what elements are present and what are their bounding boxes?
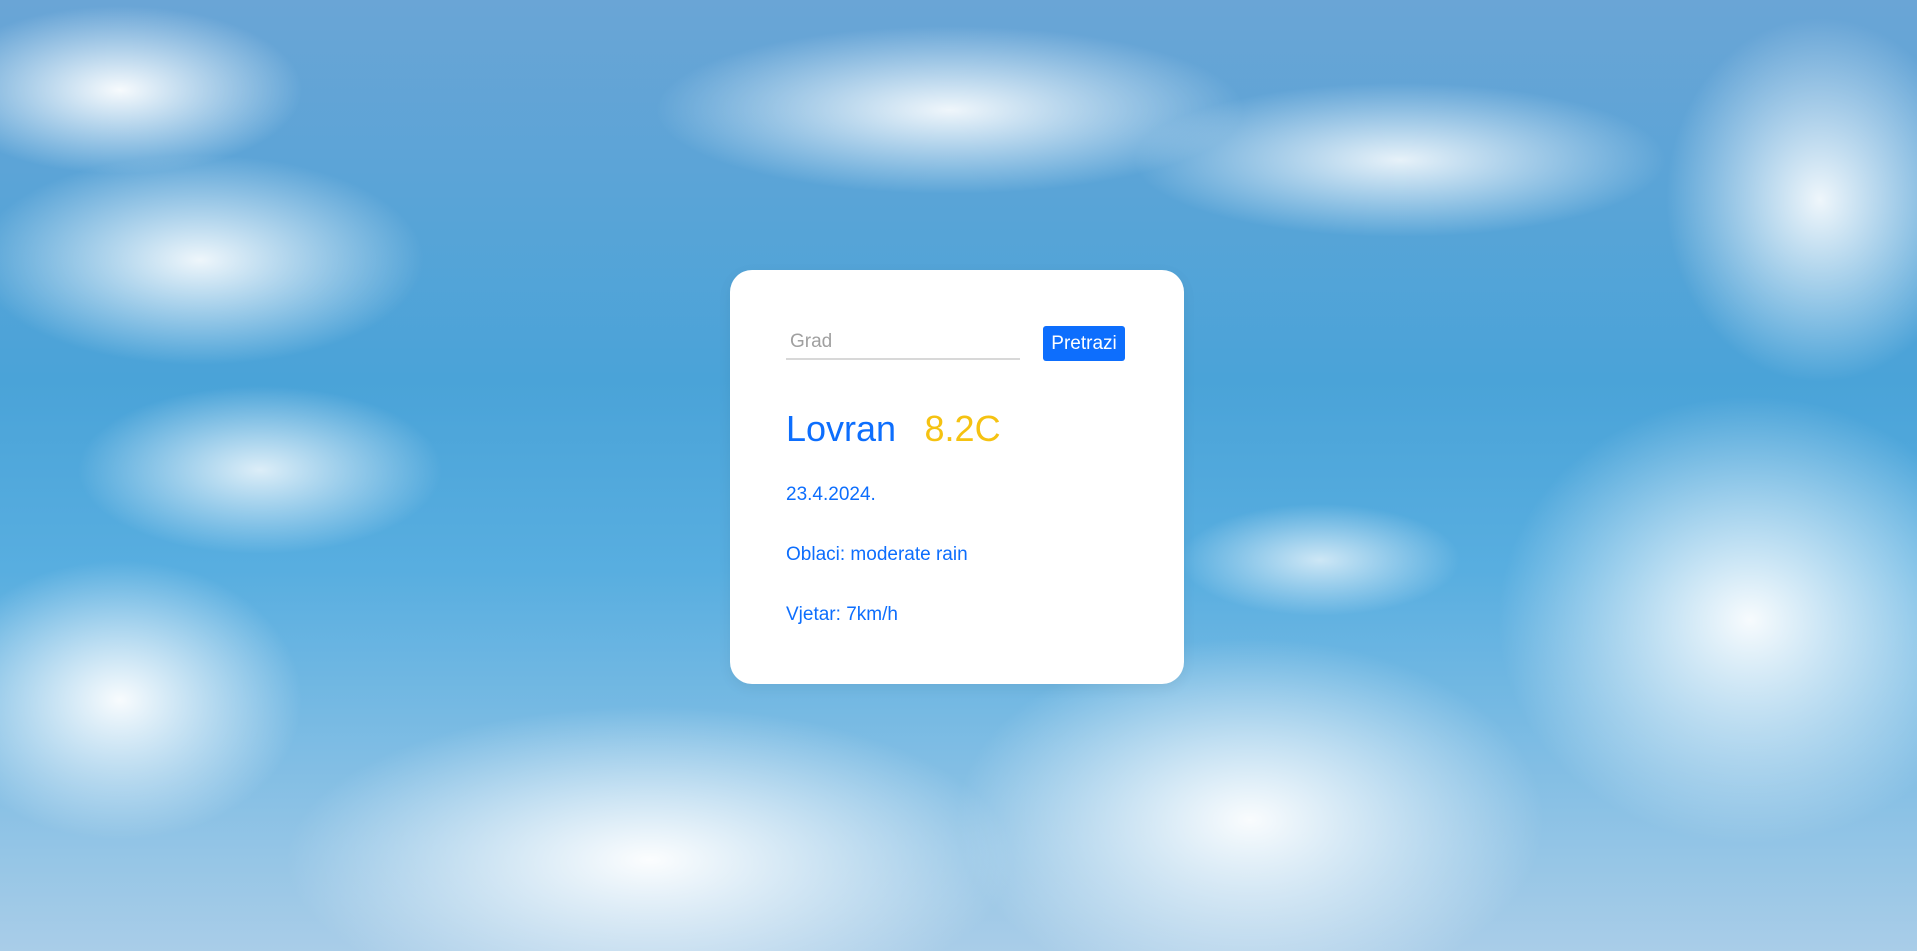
clouds-info: Oblaci: moderate rain <box>786 544 968 566</box>
city-name: Lovran <box>786 408 897 449</box>
clouds-label: Oblaci: <box>786 544 846 565</box>
city-search-input[interactable] <box>786 326 1020 360</box>
wind-label: Vjetar: <box>786 604 841 625</box>
wind-value: 7km/h <box>846 604 898 625</box>
wind-info: Vjetar: 7km/h <box>786 604 898 626</box>
search-form: Pretrazi <box>786 326 1129 364</box>
search-button[interactable]: Pretrazi <box>1043 326 1125 361</box>
clouds-value: moderate rain <box>850 544 968 565</box>
date: 23.4.2024. <box>786 484 876 505</box>
weather-card: Pretrazi Lovran 8.2C 23.4.2024. Oblaci: … <box>730 270 1184 684</box>
weather-headline: Lovran 8.2C <box>786 408 1001 458</box>
temperature: 8.2C <box>924 408 1001 449</box>
